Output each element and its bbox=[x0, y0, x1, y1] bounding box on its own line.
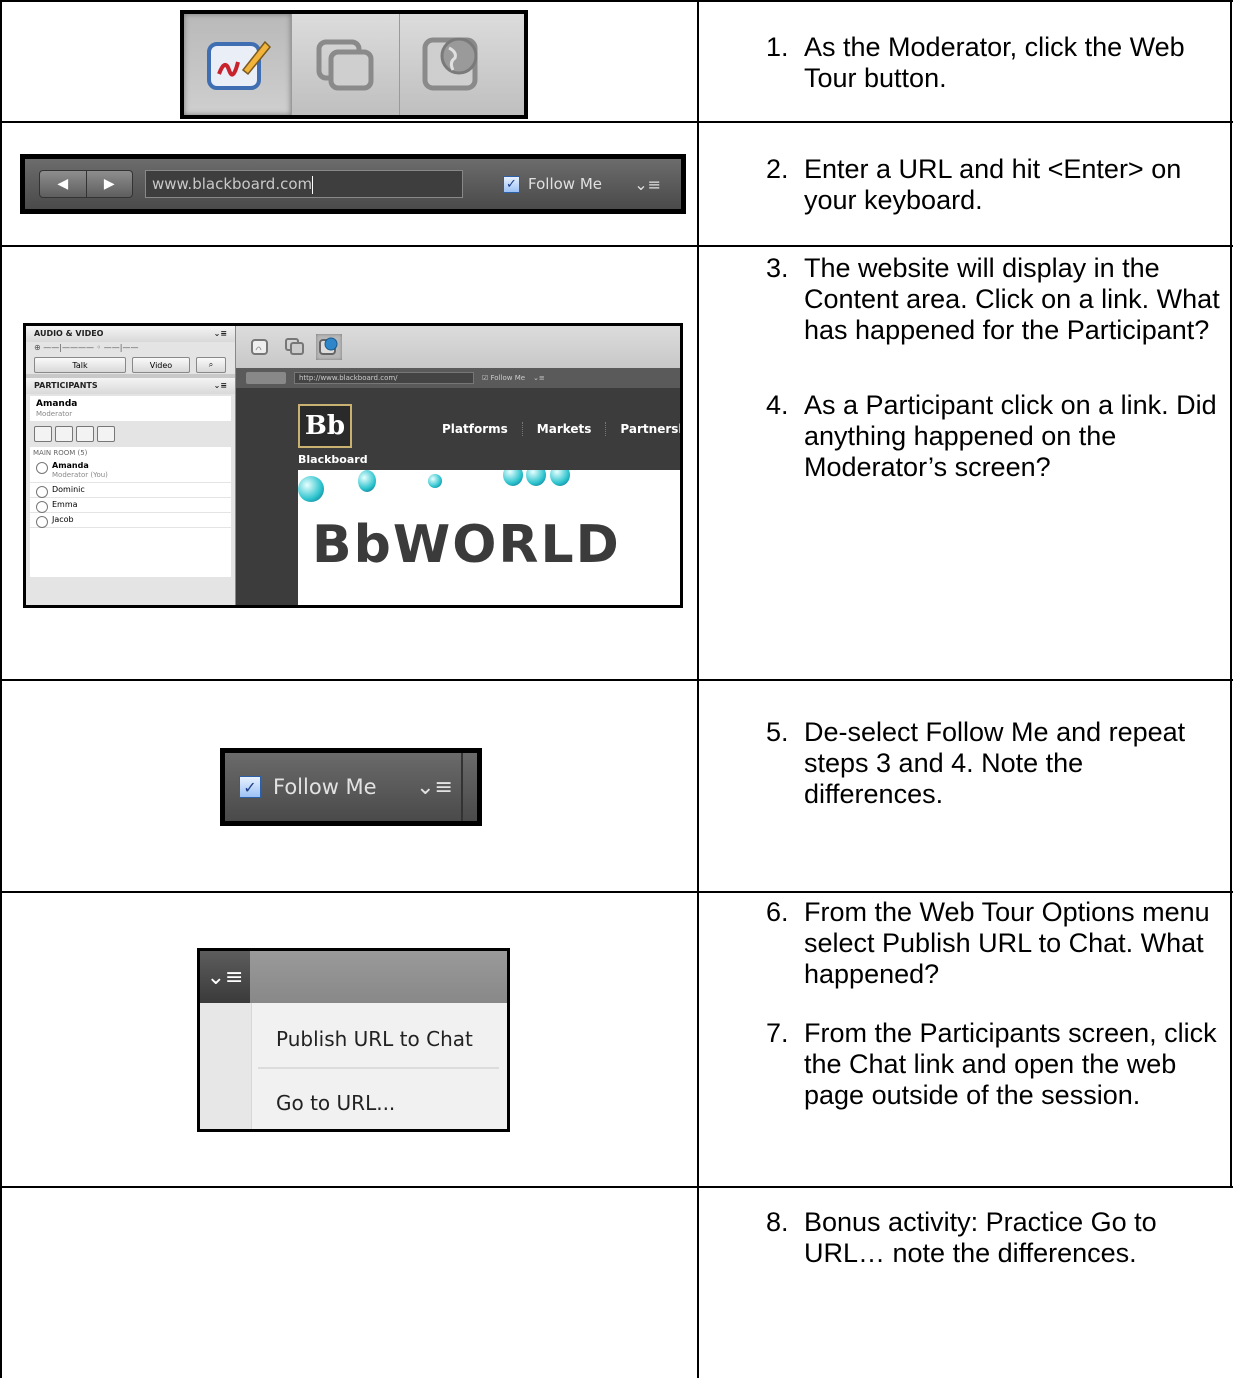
zoom-icon[interactable]: ⌕ bbox=[196, 357, 226, 373]
list-item: Amanda Moderator (You) bbox=[30, 459, 231, 483]
options-menu-icon[interactable]: ⌄≡ bbox=[416, 753, 463, 821]
whiteboard-icon bbox=[248, 334, 274, 360]
step-cell: 2. Enter a URL and hit <Enter> on your ke… bbox=[766, 154, 1224, 244]
options-menu-icon[interactable]: ⌄≡ bbox=[200, 951, 250, 1003]
step-cell: 1. As the Moderator, click the Web Tour b… bbox=[766, 32, 1224, 122]
participant-list: MAIN ROOM (5) Amanda Moderator (You) Domi… bbox=[30, 447, 231, 577]
url-input[interactable]: http://www.blackboard.com/ bbox=[294, 372, 474, 384]
whiteboard-icon bbox=[206, 40, 271, 90]
follow-me-label[interactable]: Follow Me bbox=[273, 775, 377, 799]
volume-sliders: ⊕ ——|———— ◦ ——|—— bbox=[34, 343, 139, 352]
video-button[interactable]: Video bbox=[132, 357, 190, 373]
globe-icon bbox=[316, 334, 342, 360]
whiteboard-button[interactable] bbox=[184, 14, 292, 115]
follow-me-screenshot: ✓ Follow Me ⌄≡ bbox=[220, 748, 482, 826]
options-menu-icon: ⌄≡ bbox=[533, 374, 545, 382]
list-item: Dominic bbox=[30, 483, 231, 498]
bbworld-banner: BbWORLD bbox=[298, 470, 680, 605]
list-item: Emma bbox=[30, 498, 231, 513]
nav-buttons[interactable]: ◀ ▶ bbox=[39, 170, 133, 198]
brand-name: Blackboard bbox=[298, 453, 368, 466]
banner-text: BbWORLD bbox=[312, 515, 621, 575]
app-share-icon bbox=[316, 39, 373, 90]
panel-menu-icon: ⌄≡ bbox=[213, 329, 227, 338]
step-7: 7. From the Participants screen, click th… bbox=[766, 1018, 1217, 1110]
activity-table: 1. As the Moderator, click the Web Tour b… bbox=[0, 0, 1233, 1378]
column-divider bbox=[697, 0, 699, 1378]
step-cell: 3. The website will display in the Conten… bbox=[766, 253, 1224, 511]
site-nav: Platforms Markets Partnerships bbox=[428, 422, 680, 436]
web-page: Bb Blackboard Platforms Markets Partners… bbox=[236, 388, 680, 605]
participants-header: PARTICIPANTS bbox=[34, 381, 98, 390]
content-area: http://www.blackboard.com/ ☑ Follow Me ⌄… bbox=[236, 326, 680, 605]
step-cell: 5. De-select Follow Me and repeat steps 3… bbox=[766, 717, 1224, 838]
content-tools-screenshot bbox=[180, 10, 528, 119]
step-6: 6. From the Web Tour Options menu select … bbox=[766, 897, 1210, 989]
left-panel: AUDIO & VIDEO ⌄≡ ⊕ ——|———— ◦ ——|—— Talk V… bbox=[26, 326, 236, 605]
row-divider bbox=[0, 245, 1233, 247]
row-divider bbox=[0, 891, 1233, 893]
table-border-left bbox=[0, 0, 2, 1378]
list-item: Jacob bbox=[30, 513, 231, 528]
follow-me-toggle[interactable]: ☑ Follow Me bbox=[482, 374, 525, 382]
back-arrow-icon[interactable]: ◀ bbox=[40, 171, 87, 197]
url-input[interactable]: www.blackboard.com bbox=[145, 170, 463, 198]
options-menu-icon[interactable]: ⌄≡ bbox=[634, 175, 661, 194]
forward-arrow-icon[interactable]: ▶ bbox=[87, 171, 133, 197]
app-share-icon bbox=[282, 334, 308, 360]
url-bar-screenshot: ◀ ▶ www.blackboard.com ✓ Follow Me ⌄≡ bbox=[20, 154, 686, 214]
nav-buttons[interactable] bbox=[246, 372, 286, 384]
step-3: 3. The website will display in the Conten… bbox=[766, 253, 1220, 345]
menu-item-go-to-url[interactable]: Go to URL... bbox=[276, 1091, 395, 1115]
moderator-card: Amanda Moderator bbox=[30, 396, 231, 421]
globe-icon bbox=[422, 37, 478, 90]
step-cell: 6. From the Web Tour Options menu select … bbox=[766, 897, 1224, 1139]
talk-button[interactable]: Talk bbox=[34, 357, 126, 373]
session-screenshot: AUDIO & VIDEO ⌄≡ ⊕ ——|———— ◦ ——|—— Talk V… bbox=[23, 323, 683, 608]
follow-me-toggle[interactable]: ✓ Follow Me bbox=[503, 175, 602, 193]
step-8: 8. Bonus activity: Practice Go to URL… no… bbox=[766, 1207, 1157, 1268]
step-5: 5. De-select Follow Me and repeat steps 3… bbox=[766, 717, 1186, 809]
menu-item-publish-url[interactable]: Publish URL to Chat bbox=[276, 1027, 473, 1051]
step-1: 1. As the Moderator, click the Web Tour b… bbox=[766, 32, 1185, 93]
checkbox-checked-icon[interactable]: ✓ bbox=[503, 175, 520, 193]
row-divider bbox=[0, 679, 1233, 681]
table-border-right bbox=[1230, 0, 1232, 1186]
checkbox-checked-icon[interactable]: ✓ bbox=[239, 776, 261, 798]
status-icons[interactable] bbox=[26, 423, 235, 445]
table-border-top bbox=[0, 0, 1233, 2]
audio-video-header: AUDIO & VIDEO bbox=[34, 329, 104, 338]
application-share-button[interactable] bbox=[292, 14, 400, 115]
web-tour-button[interactable] bbox=[400, 14, 508, 115]
panel-menu-icon: ⌄≡ bbox=[213, 381, 227, 390]
options-menu-screenshot: ⌄≡ Publish URL to Chat Go to URL... bbox=[197, 948, 510, 1132]
step-2: 2. Enter a URL and hit <Enter> on your ke… bbox=[766, 154, 1182, 215]
blackboard-logo: Bb bbox=[298, 404, 352, 448]
step-cell: 8. Bonus activity: Practice Go to URL… no… bbox=[766, 1207, 1224, 1297]
row-divider bbox=[0, 1186, 1233, 1188]
step-4: 4. As a Participant click on a link. Did … bbox=[766, 390, 1217, 482]
